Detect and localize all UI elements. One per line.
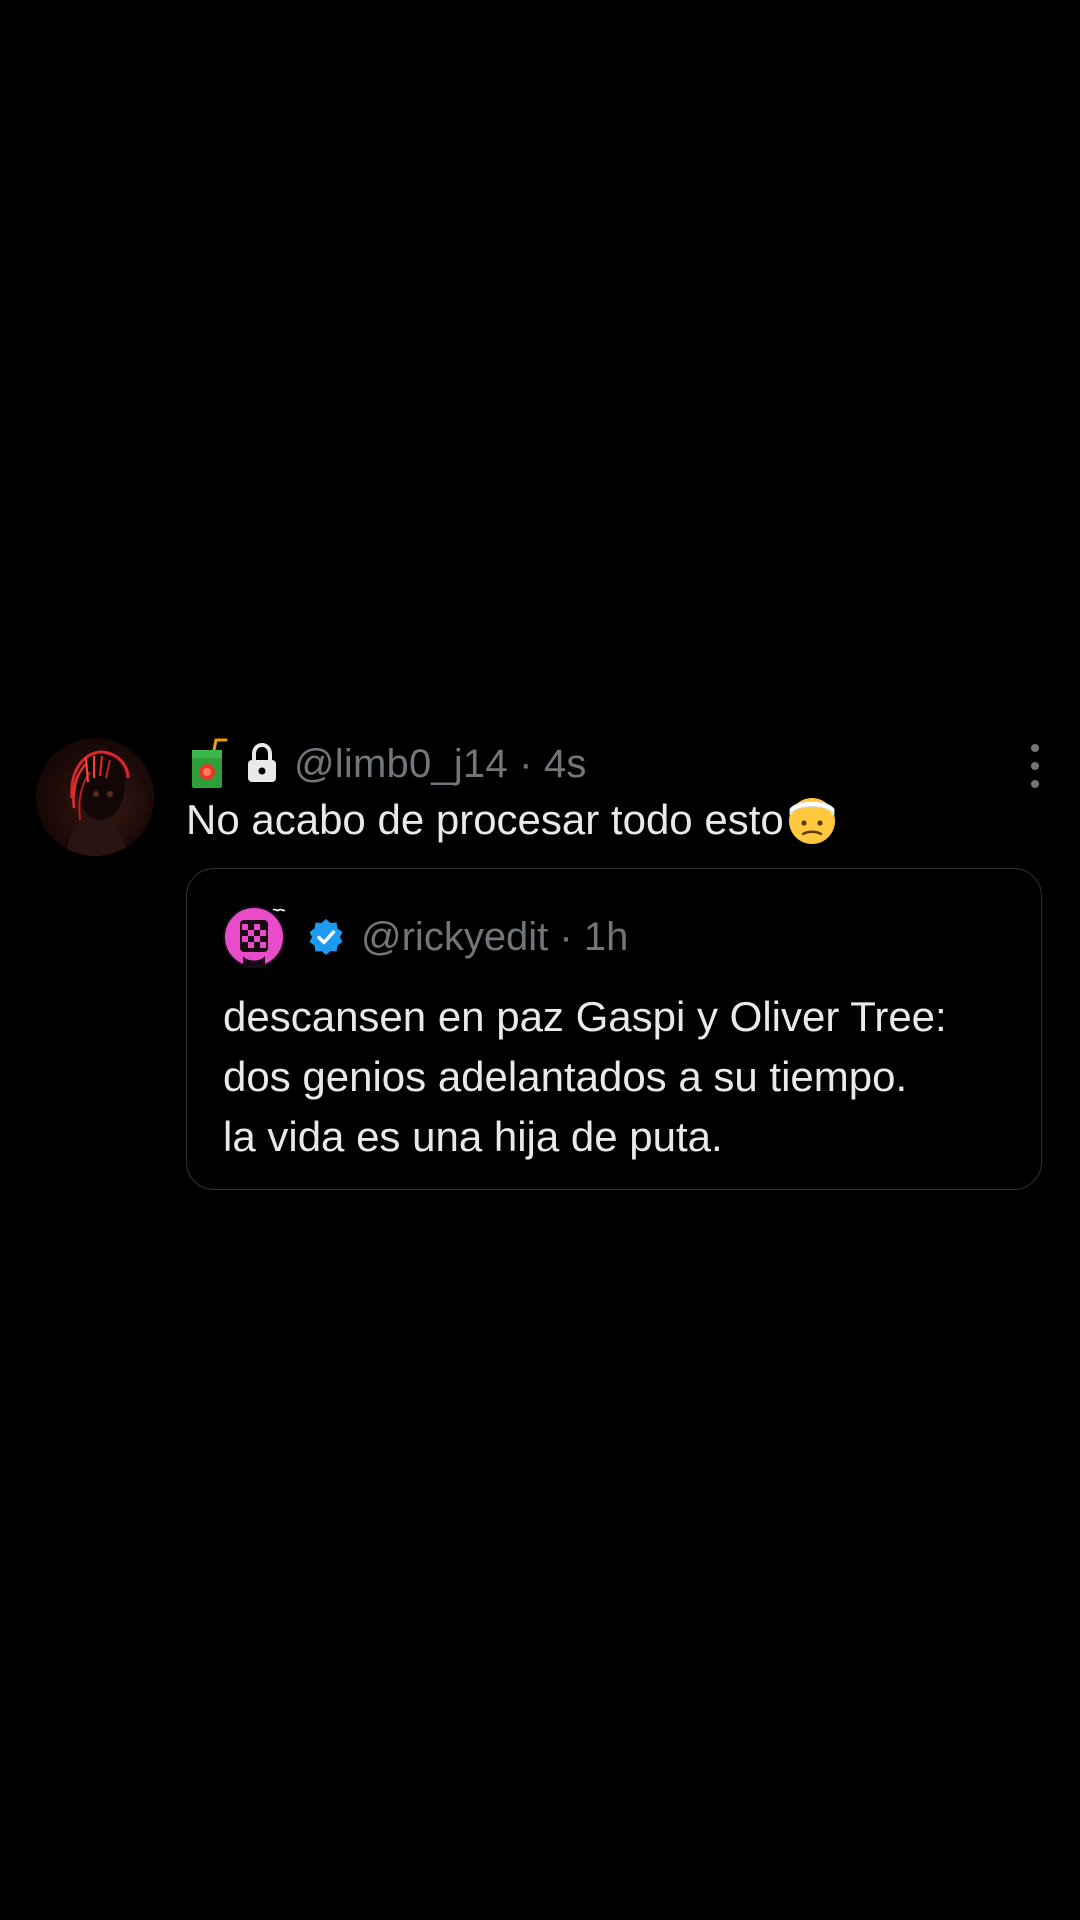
verified-badge-icon	[307, 918, 345, 956]
quoted-user-avatar[interactable]	[223, 906, 286, 968]
quoted-tweet[interactable]: @rickyedit · 1h descansen en paz Gaspi y…	[186, 868, 1042, 1190]
tweet[interactable]: @limb0_j14 · 4s No acabo de procesar tod…	[0, 730, 1080, 1200]
vertical-dots-icon[interactable]	[1024, 744, 1046, 788]
head-bandage-face-emoji-icon	[786, 794, 838, 846]
quoted-text-line: dos genios adelantados a su tiempo.	[223, 1053, 908, 1100]
user-avatar[interactable]	[36, 738, 154, 856]
quoted-tweet-header: @rickyedit · 1h	[223, 905, 628, 969]
tweet-handle-time[interactable]: @limb0_j14 · 4s	[294, 742, 587, 787]
quoted-text-line: la vida es una hija de puta.	[223, 1113, 723, 1160]
tweet-text: No acabo de procesar todo esto	[186, 794, 838, 846]
quoted-text-line: descansen en paz Gaspi y Oliver Tree:	[223, 993, 947, 1040]
quoted-tweet-text: descansen en paz Gaspi y Oliver Tree: do…	[223, 987, 1013, 1167]
quoted-handle-time[interactable]: @rickyedit · 1h	[361, 915, 628, 960]
tweet-text-content: No acabo de procesar todo esto	[186, 796, 784, 843]
juice-box-emoji-icon	[186, 738, 230, 790]
tweet-header: @limb0_j14 · 4s	[186, 736, 587, 792]
lock-icon	[244, 742, 280, 786]
